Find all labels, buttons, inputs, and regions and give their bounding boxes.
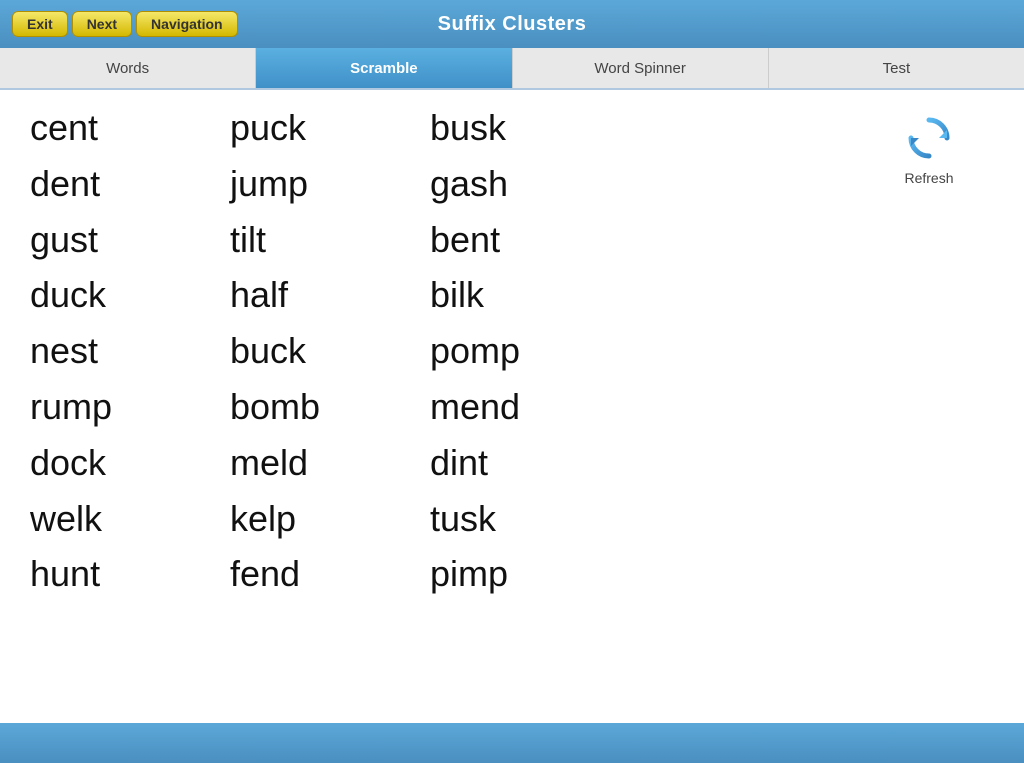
refresh-icon bbox=[903, 112, 955, 164]
word-item: gust bbox=[30, 212, 210, 268]
word-item: nest bbox=[30, 323, 210, 379]
bottom-bar bbox=[0, 723, 1024, 763]
refresh-label: Refresh bbox=[904, 170, 953, 186]
exit-button[interactable]: Exit bbox=[12, 11, 68, 37]
word-item: rump bbox=[30, 379, 210, 435]
word-column-3: buskgashbentbilkpompmenddinttuskpimp bbox=[420, 100, 620, 713]
nav-buttons: ExitNextNavigation bbox=[12, 11, 238, 37]
word-item: dock bbox=[30, 435, 210, 491]
word-item: welk bbox=[30, 491, 210, 547]
word-item: busk bbox=[430, 100, 610, 156]
word-item: tusk bbox=[430, 491, 610, 547]
word-column-2: puckjumptilthalfbuckbombmeldkelpfend bbox=[220, 100, 420, 713]
tab-scramble[interactable]: Scramble bbox=[256, 48, 512, 88]
navigation-button[interactable]: Navigation bbox=[136, 11, 238, 37]
word-item: kelp bbox=[230, 491, 410, 547]
word-item: gash bbox=[430, 156, 610, 212]
word-item: hunt bbox=[30, 546, 210, 602]
word-item: dint bbox=[430, 435, 610, 491]
word-item: bilk bbox=[430, 267, 610, 323]
tab-test[interactable]: Test bbox=[769, 48, 1024, 88]
word-item: half bbox=[230, 267, 410, 323]
word-item: buck bbox=[230, 323, 410, 379]
tab-bar: WordsScrambleWord SpinnerTest bbox=[0, 48, 1024, 90]
tab-words[interactable]: Words bbox=[0, 48, 256, 88]
word-item: dent bbox=[30, 156, 210, 212]
word-item: pimp bbox=[430, 546, 610, 602]
words-area: centdentgustducknestrumpdockwelkhunt puc… bbox=[0, 100, 1024, 713]
word-item: cent bbox=[30, 100, 210, 156]
word-item: meld bbox=[230, 435, 410, 491]
word-item: fend bbox=[230, 546, 410, 602]
word-item: mend bbox=[430, 379, 610, 435]
refresh-area: Refresh bbox=[854, 100, 1004, 713]
top-bar: ExitNextNavigation Suffix Clusters bbox=[0, 0, 1024, 48]
refresh-button[interactable] bbox=[901, 110, 957, 166]
word-item: tilt bbox=[230, 212, 410, 268]
word-item: jump bbox=[230, 156, 410, 212]
next-button[interactable]: Next bbox=[72, 11, 132, 37]
word-item: duck bbox=[30, 267, 210, 323]
word-item: bent bbox=[430, 212, 610, 268]
word-columns: centdentgustducknestrumpdockwelkhunt puc… bbox=[20, 100, 854, 713]
word-column-1: centdentgustducknestrumpdockwelkhunt bbox=[20, 100, 220, 713]
word-item: puck bbox=[230, 100, 410, 156]
main-content: centdentgustducknestrumpdockwelkhunt puc… bbox=[0, 90, 1024, 723]
tab-word-spinner[interactable]: Word Spinner bbox=[513, 48, 769, 88]
word-item: pomp bbox=[430, 323, 610, 379]
app-title: Suffix Clusters bbox=[438, 13, 587, 36]
word-item: bomb bbox=[230, 379, 410, 435]
